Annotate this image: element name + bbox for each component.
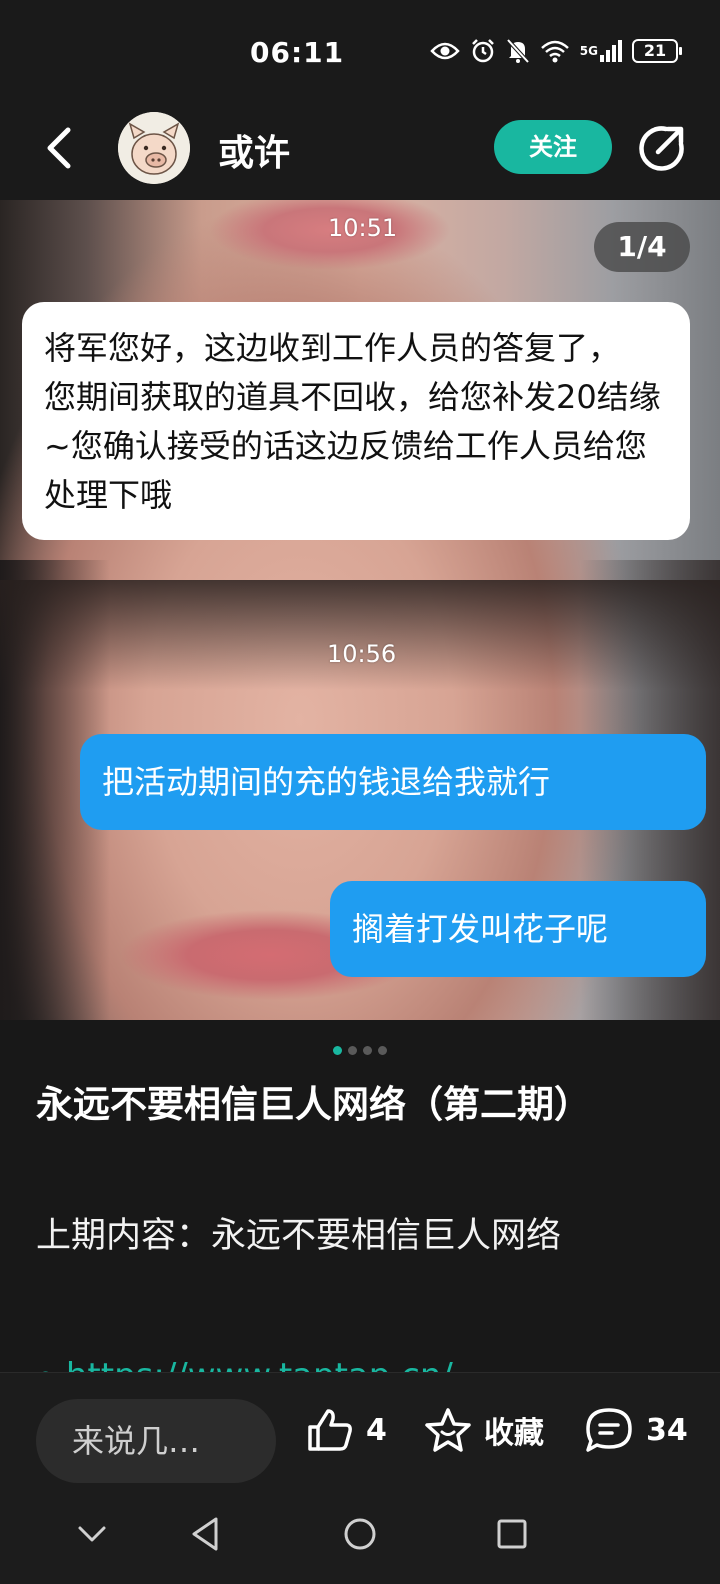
battery-indicator: 21 <box>632 39 682 63</box>
collect-label: 收藏 <box>484 1416 544 1451</box>
photo-background-top <box>0 580 720 690</box>
collect-button[interactable]: 收藏 <box>424 1407 544 1453</box>
network-type: 5G <box>579 44 598 58</box>
mute-icon <box>506 38 530 64</box>
comment-count: 34 <box>646 1412 688 1448</box>
username[interactable]: 或许 <box>218 124 290 176</box>
thumbs-up-icon <box>308 1409 352 1451</box>
chat-timestamp: 10:56 <box>327 640 397 668</box>
post-header: 或许 关注 <box>0 100 720 200</box>
square-recents-icon <box>497 1519 527 1549</box>
nav-recents-button[interactable] <box>492 1514 532 1554</box>
bottom-action-bar: 来说几… 4 收藏 34 <box>0 1372 720 1484</box>
post-link[interactable]: ⌕ https://www.taptap.cn/ <box>36 1346 676 1372</box>
image-carousel[interactable]: 1/4 10:51 将军您好，这边收到工作人员的答复了， 您期间获取的道具不回收… <box>0 200 720 1020</box>
status-icons: 5G 21 <box>430 38 682 64</box>
system-nav-bar <box>0 1484 720 1584</box>
chat-message-text: 搁着打发叫花子呢 <box>352 910 609 948</box>
chat-bubble-received: 将军您好，这边收到工作人员的答复了， 您期间获取的道具不回收，给您补发20结缘~… <box>22 302 690 540</box>
link-icon: ⌕ <box>36 1356 66 1372</box>
chevron-down-icon <box>78 1526 106 1542</box>
star-icon <box>425 1408 471 1452</box>
back-button[interactable] <box>40 124 80 172</box>
carousel-dot <box>348 1046 357 1055</box>
share-button[interactable] <box>636 124 686 174</box>
status-time: 06:11 <box>250 36 345 69</box>
wifi-icon <box>540 40 569 63</box>
comment-bubble-icon <box>586 1408 632 1452</box>
chat-message-text: 将军您好，这边收到工作人员的答复了， 您期间获取的道具不回收，给您补发20结缘~… <box>44 329 661 514</box>
carousel-dot <box>363 1046 372 1055</box>
eye-icon <box>430 42 460 60</box>
nav-hide-keyboard-button[interactable] <box>72 1514 112 1554</box>
chevron-left-icon <box>47 127 71 169</box>
comment-input[interactable]: 来说几… <box>36 1399 276 1483</box>
like-button[interactable]: 4 <box>306 1407 387 1453</box>
carousel-dot-active <box>333 1046 342 1055</box>
chat-timestamp: 10:51 <box>328 214 398 242</box>
pig-avatar-icon <box>118 112 190 184</box>
avatar[interactable] <box>118 112 190 184</box>
status-bar: 06:11 5G 21 <box>0 0 720 100</box>
chat-bubble-sent: 把活动期间的充的钱退给我就行 <box>80 734 706 830</box>
image-page-counter: 1/4 <box>594 222 690 272</box>
chat-message-text: 把活动期间的充的钱退给我就行 <box>102 763 551 801</box>
post-body: 上期内容：永远不要相信巨人网络 <box>36 1216 562 1256</box>
like-count: 4 <box>366 1412 387 1448</box>
triangle-back-icon <box>192 1517 218 1551</box>
share-icon <box>639 126 684 171</box>
comment-button[interactable]: 34 <box>584 1407 688 1453</box>
signal-icon <box>600 40 622 62</box>
carousel-dots <box>333 1046 387 1055</box>
nav-home-button[interactable] <box>340 1514 380 1554</box>
chat-bubble-sent: 搁着打发叫花子呢 <box>330 881 706 977</box>
follow-button[interactable]: 关注 <box>494 120 612 174</box>
post-link-text[interactable]: https://www.taptap.cn/ <box>66 1356 453 1372</box>
circle-home-icon <box>344 1518 376 1550</box>
nav-back-button[interactable] <box>186 1514 226 1554</box>
carousel-dot <box>378 1046 387 1055</box>
post-title: 永远不要相信巨人网络（第二期） <box>36 1083 591 1126</box>
alarm-icon <box>471 39 494 63</box>
